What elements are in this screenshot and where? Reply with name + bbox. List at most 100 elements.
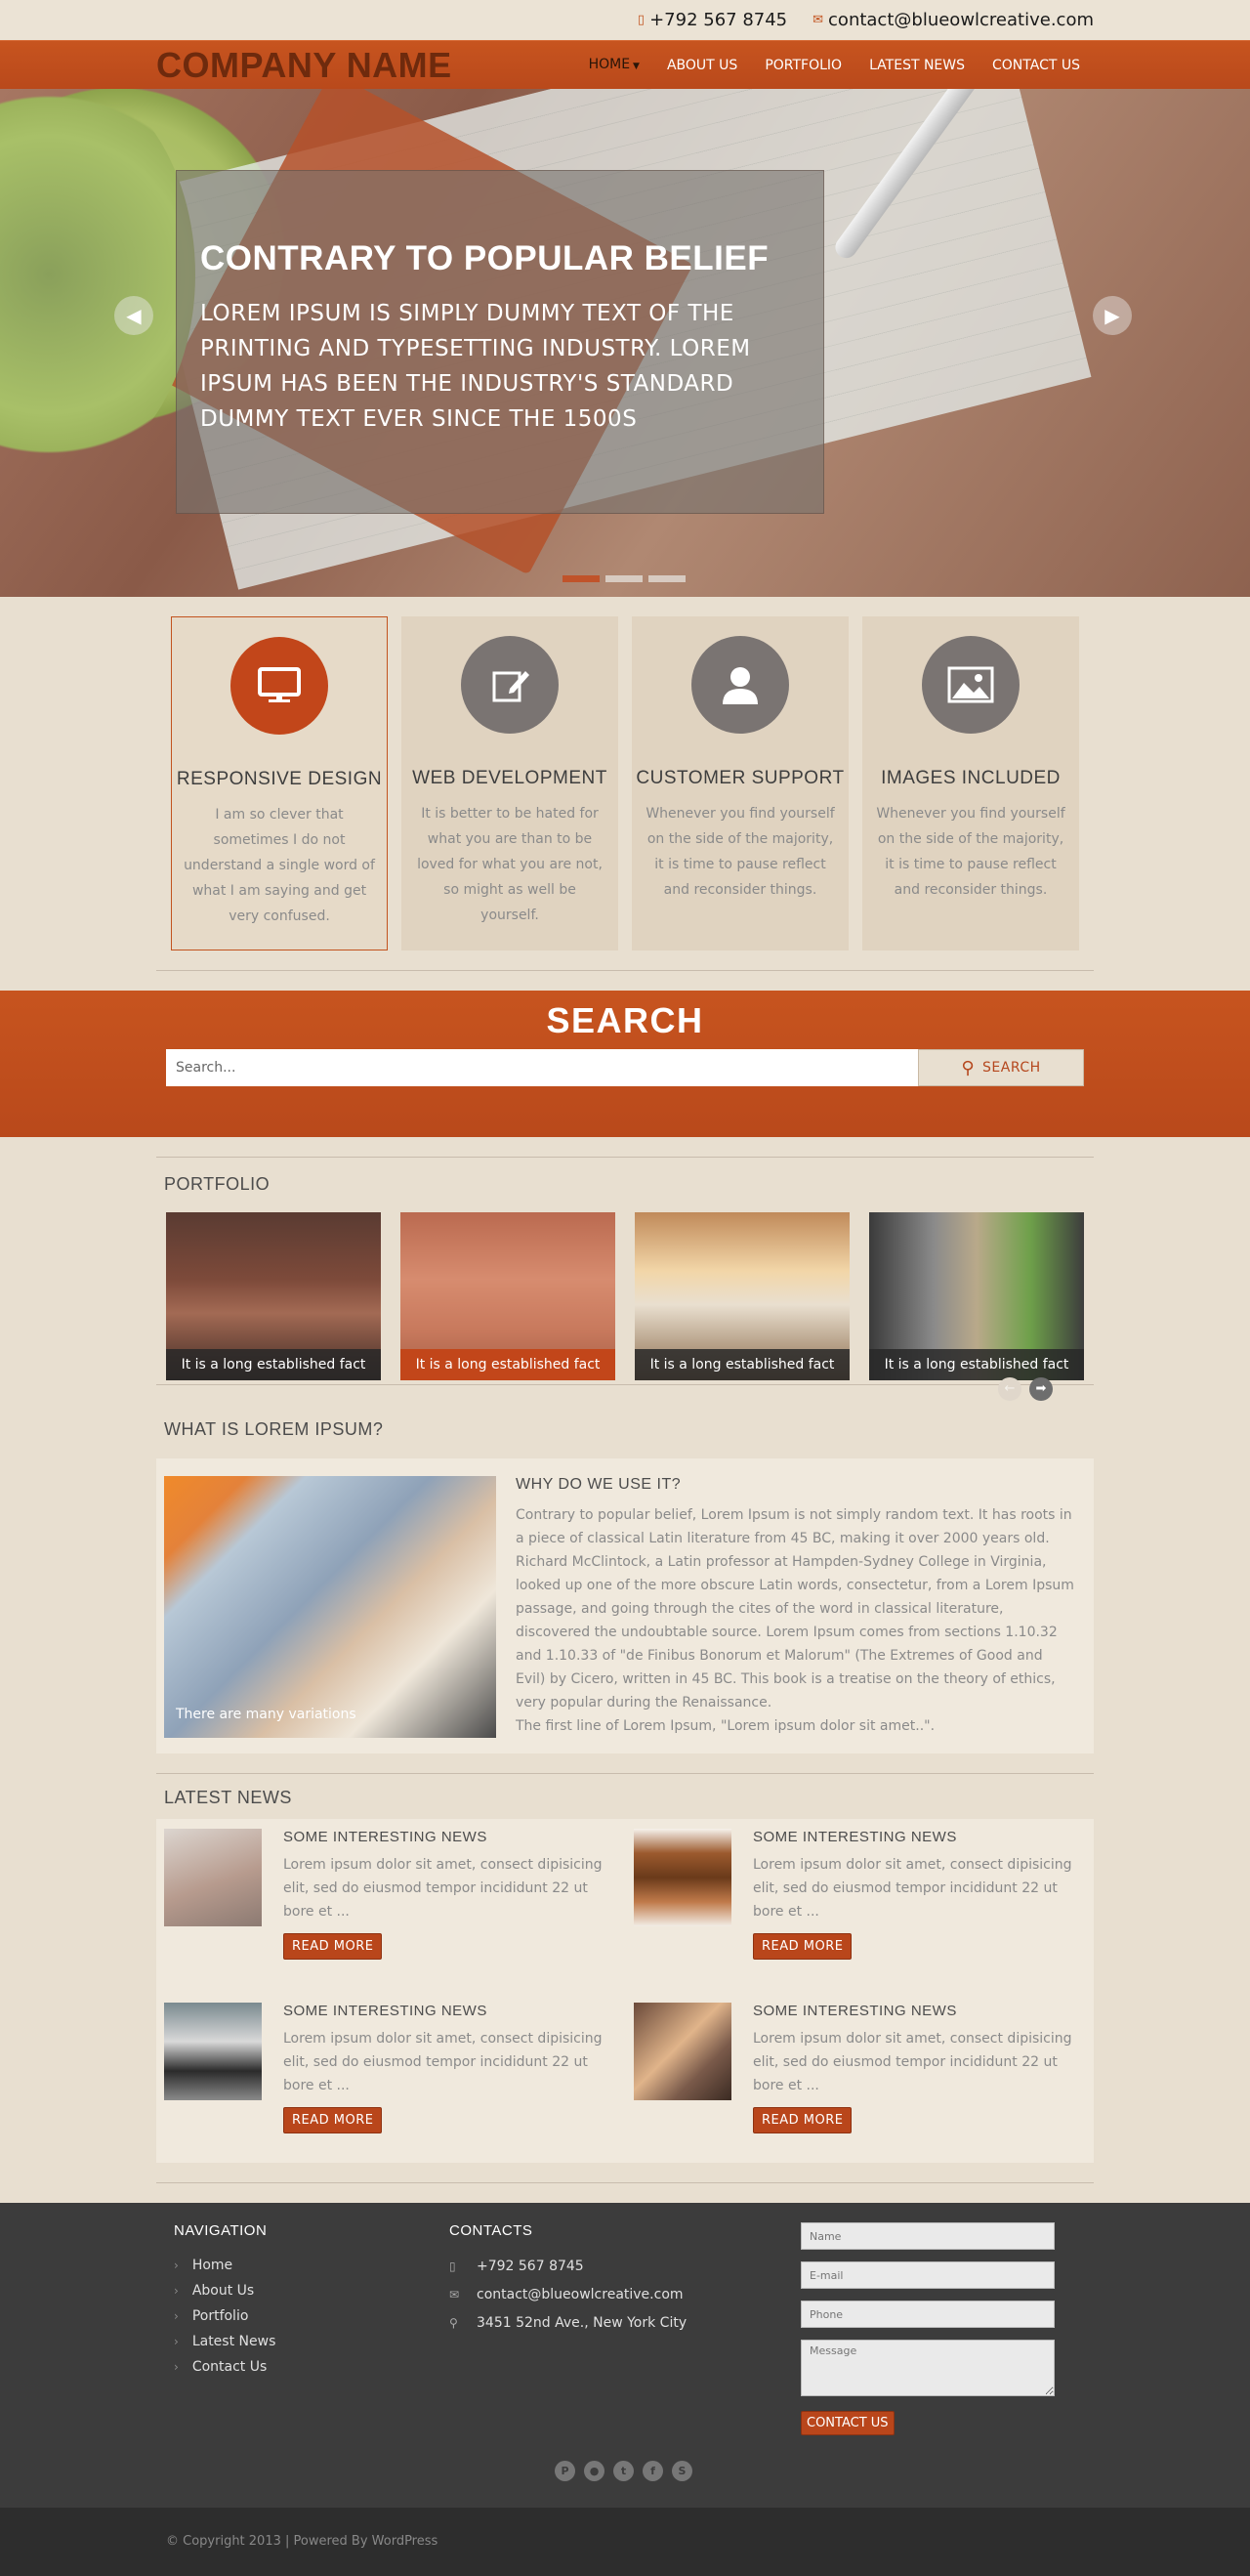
- user-icon: [691, 636, 789, 734]
- read-more-button[interactable]: READ MORE: [283, 1933, 383, 1960]
- divider: [156, 2182, 1094, 2183]
- footer-nav-latest-news[interactable]: › Latest News: [174, 2329, 449, 2354]
- slider-dot[interactable]: [648, 575, 686, 582]
- message-field[interactable]: [801, 2340, 1055, 2396]
- chevron-right-icon: ›: [174, 2284, 179, 2298]
- news-item-title[interactable]: SOME INTERESTING NEWS: [283, 1829, 616, 1845]
- footer-nav-about[interactable]: › About Us: [174, 2278, 449, 2303]
- slider-dot[interactable]: [562, 575, 600, 582]
- map-pin-icon: ⚲: [449, 2316, 458, 2330]
- portfolio-nav: ← ➡: [156, 1377, 1094, 1412]
- dribbble-icon[interactable]: ●: [584, 2461, 604, 2481]
- features: RESPONSIVE DESIGN I am so clever that so…: [0, 597, 1250, 950]
- portfolio-item[interactable]: It is a long established fact: [869, 1212, 1084, 1380]
- arrow-left-icon[interactable]: ←: [998, 1377, 1021, 1401]
- phone-icon: ▯: [637, 13, 646, 27]
- footer-email[interactable]: ✉ contact@blueowlcreative.com: [449, 2281, 801, 2309]
- read-more-button[interactable]: READ MORE: [753, 1933, 853, 1960]
- footer-email-text[interactable]: contact@blueowlcreative.com: [477, 2281, 684, 2309]
- nav-home-label: HOME: [588, 57, 631, 72]
- email-field[interactable]: [801, 2261, 1055, 2289]
- read-more-button[interactable]: READ MORE: [283, 2107, 383, 2133]
- footer-nav-portfolio[interactable]: › Portfolio: [174, 2303, 449, 2329]
- footer-nav-title: NAVIGATION: [174, 2222, 268, 2239]
- feature-images-included[interactable]: IMAGES INCLUDED Whenever you find yourse…: [862, 616, 1079, 950]
- footer-contacts-title: CONTACTS: [449, 2222, 533, 2239]
- slider-next-icon[interactable]: ▶: [1093, 296, 1132, 335]
- nav-about[interactable]: ABOUT US: [653, 41, 751, 90]
- search-input[interactable]: [166, 1049, 918, 1086]
- hero-text: LOREM IPSUM IS SIMPLY DUMMY TEXT OF THE …: [200, 301, 751, 432]
- news-grid: SOME INTERESTING NEWS Lorem ipsum dolor …: [156, 1819, 1094, 2163]
- name-field[interactable]: [801, 2222, 1055, 2250]
- footer-contacts: CONTACTS ▯ +792 567 8745 ✉ contact@blueowl…: [449, 2222, 801, 2435]
- header: COMPANY NAME HOME ▼ ABOUT US PORTFOLIO LA…: [0, 40, 1250, 89]
- twitter-icon[interactable]: t: [613, 2461, 634, 2481]
- facebook-icon[interactable]: f: [643, 2461, 663, 2481]
- slider-prev-icon[interactable]: ◀: [114, 296, 153, 335]
- search-bar: ⚲ SEARCH: [166, 1049, 1084, 1086]
- edit-icon: [461, 636, 559, 734]
- feature-web-development[interactable]: WEB DEVELOPMENT It is better to be hated…: [401, 616, 618, 950]
- footer-nav-label: Portfolio: [191, 2308, 249, 2324]
- portfolio-caption: It is a long established fact: [400, 1349, 615, 1380]
- portfolio-item[interactable]: It is a long established fact: [400, 1212, 615, 1380]
- monitor-icon: [230, 637, 328, 735]
- envelope-icon: ✉: [449, 2288, 460, 2302]
- skype-icon[interactable]: S: [672, 2461, 692, 2481]
- footer-nav-label: Home: [191, 2258, 233, 2273]
- pinterest-icon[interactable]: P: [555, 2461, 575, 2481]
- news-item: SOME INTERESTING NEWS Lorem ipsum dolor …: [634, 2003, 1086, 2155]
- nav-portfolio[interactable]: PORTFOLIO: [751, 41, 855, 90]
- news-image[interactable]: [164, 2003, 262, 2100]
- lorem-image-caption: There are many variations: [176, 1707, 356, 1722]
- top-phone: ▯ +792 567 8745: [638, 10, 787, 30]
- footer-nav-contact[interactable]: › Contact Us: [174, 2354, 449, 2380]
- hero-caption: CONTRARY TO POPULAR BELIEF LOREM IPSUM I…: [176, 170, 824, 514]
- news-item: SOME INTERESTING NEWS Lorem ipsum dolor …: [164, 1829, 616, 1981]
- feature-text: Whenever you find yourself on the side o…: [876, 806, 1065, 898]
- contact-us-button[interactable]: CONTACT US: [801, 2411, 895, 2435]
- news-image[interactable]: [634, 1829, 731, 1926]
- news-item-title[interactable]: SOME INTERESTING NEWS: [753, 1829, 1086, 1845]
- search-icon: ⚲: [961, 1057, 976, 1078]
- footer-address: ⚲ 3451 52nd Ave., New York City: [449, 2309, 801, 2338]
- contact-form: CONTACT US: [801, 2222, 1055, 2435]
- feature-responsive-design[interactable]: RESPONSIVE DESIGN I am so clever that so…: [171, 616, 388, 950]
- top-email-text[interactable]: contact@blueowlcreative.com: [828, 10, 1094, 30]
- news-image[interactable]: [634, 2003, 731, 2100]
- news-image[interactable]: [164, 1829, 262, 1926]
- footer-nav-label: About Us: [191, 2283, 255, 2299]
- top-email[interactable]: ✉ contact@blueowlcreative.com: [812, 10, 1094, 30]
- footer-phone: ▯ +792 567 8745: [449, 2253, 801, 2281]
- news-item-title[interactable]: SOME INTERESTING NEWS: [283, 2003, 616, 2019]
- news-item: SOME INTERESTING NEWS Lorem ipsum dolor …: [634, 1829, 1086, 1981]
- portfolio-item[interactable]: It is a long established fact: [635, 1212, 850, 1380]
- hero-title: CONTRARY TO POPULAR BELIEF: [200, 239, 770, 277]
- news-item-text: Lorem ipsum dolor sit amet, consect dipi…: [283, 1857, 603, 1920]
- nav-latest-news[interactable]: LATEST NEWS: [855, 41, 979, 90]
- search-section: SEARCH ⚲ SEARCH: [0, 991, 1250, 1137]
- feature-title: IMAGES INCLUDED: [881, 768, 1061, 788]
- feature-title: RESPONSIVE DESIGN: [176, 769, 383, 789]
- social-links: P ● t f S: [555, 2461, 692, 2481]
- news-item-text: Lorem ipsum dolor sit amet, consect dipi…: [753, 2031, 1072, 2093]
- nav-contact[interactable]: CONTACT US: [979, 41, 1094, 90]
- phone-icon: ▯: [449, 2259, 456, 2273]
- read-more-button[interactable]: READ MORE: [753, 2107, 853, 2133]
- lorem-subtitle: WHY DO WE USE IT?: [516, 1476, 682, 1493]
- logo[interactable]: COMPANY NAME: [156, 45, 452, 86]
- feature-text: It is better to be hated for what you ar…: [417, 806, 603, 923]
- footer-nav-home[interactable]: › Home: [174, 2253, 449, 2278]
- search-button[interactable]: ⚲ SEARCH: [918, 1049, 1084, 1086]
- feature-text: Whenever you find yourself on the side o…: [646, 806, 835, 898]
- copyright-bar: © Copyright 2013 | Powered By WordPress: [0, 2508, 1250, 2576]
- feature-customer-support[interactable]: CUSTOMER SUPPORT Whenever you find yours…: [632, 616, 849, 950]
- slider-dot[interactable]: [605, 575, 643, 582]
- phone-field[interactable]: [801, 2301, 1055, 2328]
- arrow-right-icon[interactable]: ➡: [1029, 1377, 1053, 1401]
- portfolio-item[interactable]: It is a long established fact: [166, 1212, 381, 1380]
- news-item-title[interactable]: SOME INTERESTING NEWS: [753, 2003, 1086, 2019]
- news-item-text: Lorem ipsum dolor sit amet, consect dipi…: [283, 2031, 603, 2093]
- nav-home[interactable]: HOME ▼: [575, 40, 653, 91]
